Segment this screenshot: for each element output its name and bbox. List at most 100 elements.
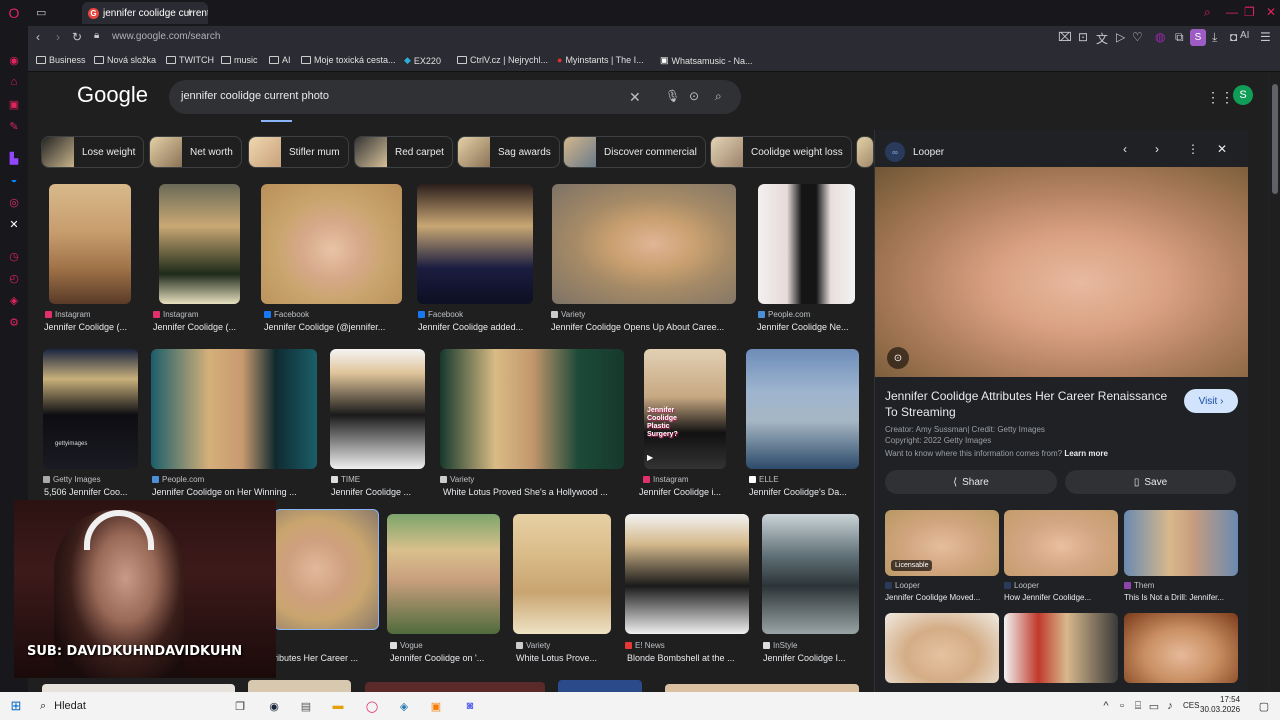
file-explorer-icon[interactable]: ▬: [330, 698, 346, 714]
result-title[interactable]: Jennifer Coolidge on Her Winning ...: [152, 487, 312, 497]
chip-lose-weight[interactable]: Lose weight: [41, 136, 145, 168]
result-image[interactable]: [513, 514, 611, 634]
task-view-icon[interactable]: ❐: [232, 698, 248, 714]
back-icon[interactable]: ‹: [36, 30, 40, 44]
translate-icon[interactable]: 文: [1096, 30, 1108, 47]
ai-button[interactable]: AI: [1240, 30, 1249, 41]
result-title[interactable]: Jennifer Coolidge i...: [639, 487, 731, 497]
mic-icon[interactable]: 🎙︎: [665, 89, 680, 103]
result-image[interactable]: [387, 514, 500, 634]
result-title[interactable]: Jennifer Coolidge on '...: [390, 653, 496, 663]
save-button[interactable]: ▯ Save: [1065, 470, 1236, 494]
result-image[interactable]: [330, 349, 425, 469]
result-image[interactable]: gettyimages: [43, 349, 138, 469]
result-title[interactable]: Jennifer Coolidge Opens Up About Caree..…: [551, 322, 739, 332]
result-title[interactable]: ributes Her Career ...: [274, 653, 374, 663]
result-image[interactable]: [746, 349, 859, 469]
twitch-icon[interactable]: ▙: [6, 150, 22, 166]
result-image[interactable]: [552, 184, 736, 304]
history-icon[interactable]: ◷: [6, 248, 22, 264]
result-image[interactable]: [762, 514, 859, 634]
related-image[interactable]: [1004, 613, 1118, 683]
volume-icon[interactable]: ♪: [1162, 698, 1178, 714]
result-image[interactable]: [758, 184, 855, 304]
result-image[interactable]: [261, 184, 402, 304]
result-title[interactable]: Jennifer Coolidge (...: [44, 322, 136, 332]
result-title[interactable]: Jennifer Coolidge I...: [763, 653, 859, 663]
taskbar-clock[interactable]: 17:54 30.03.2026: [1200, 695, 1240, 715]
chip-coolidge-weight-loss[interactable]: Coolidge weight loss: [710, 136, 852, 168]
monitor-icon[interactable]: ▭: [1146, 698, 1162, 714]
network-icon[interactable]: ⌸: [1130, 698, 1146, 714]
steam-icon[interactable]: ◉: [266, 698, 282, 714]
lens-search-icon[interactable]: ⊙: [887, 347, 909, 369]
maximize-icon[interactable]: ❐: [1244, 5, 1255, 19]
preview-title[interactable]: Jennifer Coolidge Attributes Her Career …: [885, 388, 1175, 420]
account-avatar[interactable]: S: [1233, 85, 1253, 105]
google-logo[interactable]: Google: [77, 82, 148, 108]
related-title[interactable]: Jennifer Coolidge Moved...: [885, 593, 999, 602]
result-image-partial[interactable]: [665, 684, 859, 692]
result-image[interactable]: [440, 349, 624, 469]
reload-icon[interactable]: ↻: [72, 30, 82, 44]
aria-icon[interactable]: ◉: [6, 52, 22, 68]
url-field[interactable]: www.google.com/search: [112, 31, 220, 42]
result-image-partial[interactable]: [248, 680, 351, 692]
instagram-icon[interactable]: ◎: [6, 194, 22, 210]
result-image[interactable]: [625, 514, 749, 634]
app-icon[interactable]: ◈: [396, 698, 412, 714]
search-box[interactable]: jennifer coolidge current photo ✕ 🎙︎ ⊙ ⌕: [169, 80, 741, 114]
result-image[interactable]: [49, 184, 131, 304]
notification-icon[interactable]: ▢: [1256, 698, 1272, 714]
bookmark-ex220[interactable]: ◆ EX220: [404, 55, 441, 66]
search-icon[interactable]: ⌕: [715, 89, 722, 104]
chip-red-carpet[interactable]: Red carpet: [354, 136, 453, 168]
result-image[interactable]: Jennifer Coolidge Plastic Surgery? ▶: [644, 349, 726, 469]
close-preview-icon[interactable]: ✕: [1217, 142, 1227, 156]
visit-button[interactable]: Visit ›: [1184, 389, 1238, 413]
result-title[interactable]: Jennifer Coolidge (...: [153, 322, 245, 332]
result-title[interactable]: Jennifer Coolidge's Da...: [749, 487, 857, 497]
result-title[interactable]: White Lotus Proved She's a Hollywood ...: [443, 487, 627, 497]
taskbar-search[interactable]: ⌕ Hledat: [32, 694, 222, 718]
play-icon[interactable]: ▷: [1116, 30, 1125, 44]
tray-app-icon[interactable]: ▫: [1114, 698, 1130, 714]
chip-stifler-mum[interactable]: Stifler mum: [248, 136, 349, 168]
bookmark-whatsamusic[interactable]: ▣ Whatsamusic - Na...: [660, 55, 753, 66]
bookmark-nova-slozka[interactable]: Nová složka: [94, 55, 156, 65]
learn-more-link[interactable]: Learn more: [1064, 449, 1108, 458]
bookmark-toxicka-cesta[interactable]: Moje toxická cesta...: [301, 55, 396, 65]
bookmark-ai[interactable]: AI: [269, 55, 291, 65]
preview-source[interactable]: ∞ Looper: [885, 142, 944, 162]
related-title[interactable]: This Is Not a Drill: Jennifer...: [1124, 593, 1238, 602]
related-image[interactable]: [885, 613, 999, 683]
bookmark-music[interactable]: music: [221, 55, 258, 65]
profile-avatar[interactable]: S: [1190, 29, 1206, 46]
mail-icon[interactable]: ▣: [6, 96, 22, 112]
result-title[interactable]: Blonde Bombshell at the ...: [627, 653, 749, 663]
cube-icon[interactable]: ◈: [6, 292, 22, 308]
bookmark-business[interactable]: Business: [36, 55, 86, 65]
search-input[interactable]: jennifer coolidge current photo: [181, 90, 329, 102]
settings-icon[interactable]: ⚙: [6, 314, 22, 330]
clear-icon[interactable]: ✕: [629, 89, 641, 106]
edit-icon[interactable]: ✎: [6, 118, 22, 134]
result-image-partial[interactable]: [365, 682, 545, 692]
result-title[interactable]: 5,506 Jennifer Coo...: [44, 487, 140, 497]
obs-icon[interactable]: ▣: [428, 698, 444, 714]
chip-net-worth[interactable]: Net worth: [149, 136, 242, 168]
file-icon[interactable]: ▤: [298, 698, 314, 714]
result-image-partial[interactable]: [42, 684, 235, 692]
next-image-icon[interactable]: ›: [1155, 142, 1159, 156]
new-tab-icon[interactable]: +: [186, 5, 193, 19]
extension-icon[interactable]: ◍: [1155, 30, 1165, 44]
result-title[interactable]: White Lotus Prove...: [516, 653, 612, 663]
snapshot-icon[interactable]: ⌧: [1058, 30, 1072, 44]
result-title[interactable]: Jennifer Coolidge added...: [418, 322, 536, 332]
x-icon[interactable]: ✕: [6, 216, 22, 232]
related-image[interactable]: [1004, 510, 1118, 576]
chip-sag-awards[interactable]: Sag awards: [457, 136, 560, 168]
result-image[interactable]: [159, 184, 240, 304]
related-image[interactable]: Licensable: [885, 510, 999, 576]
result-image[interactable]: [274, 509, 379, 630]
